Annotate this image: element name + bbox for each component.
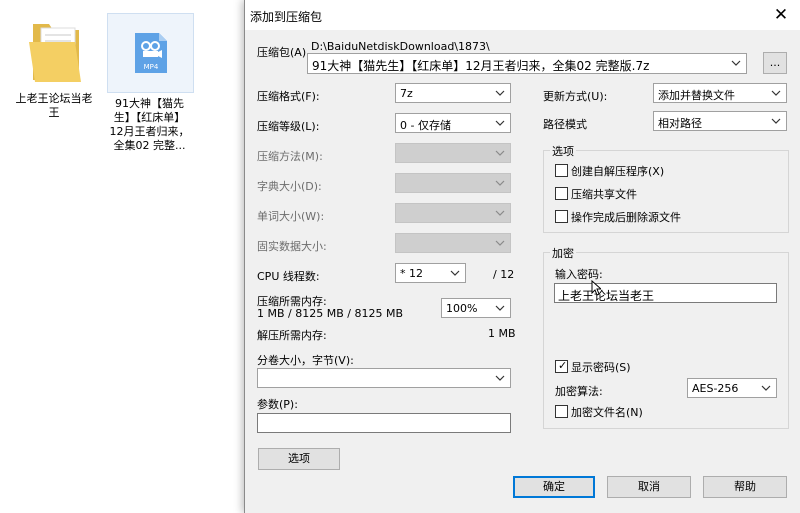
show-password-label: 显示密码(S): [571, 361, 631, 374]
cpu-threads-select[interactable]: * 12: [395, 263, 466, 283]
format-value: 7z: [400, 87, 413, 100]
level-select[interactable]: 0 - 仅存储: [395, 113, 511, 133]
title-bar: 添加到压缩包 ✕: [245, 0, 800, 30]
parameters-input[interactable]: [257, 413, 511, 433]
encryption-method-select[interactable]: AES-256: [687, 378, 777, 398]
options-group-title: 选项: [550, 143, 576, 159]
encryption-method-value: AES-256: [692, 382, 739, 395]
word-size-label: 单词大小(W):: [257, 210, 325, 223]
chevron-down-icon: [495, 90, 505, 96]
encrypt-names-label: 加密文件名(N): [571, 406, 643, 419]
help-button[interactable]: 帮助: [703, 476, 787, 498]
dialog-title: 添加到压缩包: [250, 10, 323, 24]
checkmark-icon: ✓: [558, 359, 568, 372]
archive-path: D:\BaiduNetdiskDownload\1873\: [311, 40, 490, 53]
chevron-down-icon: [731, 60, 741, 66]
archive-label: 压缩包(A): [257, 46, 307, 59]
format-select[interactable]: 7z: [395, 83, 511, 103]
checkbox-box: [555, 405, 568, 418]
path-mode-select[interactable]: 相对路径: [653, 111, 787, 131]
cpu-threads-value: * 12: [400, 267, 423, 280]
password-value: 上老王论坛当老王: [558, 289, 655, 303]
checkbox-box: [555, 210, 568, 223]
parameters-label: 参数(P):: [257, 398, 298, 411]
archive-name-value: 91大神【猫先生】【红床单】12月王者归来，全集02 完整版.7z: [312, 59, 650, 73]
desktop-video-file[interactable]: MP4 91大神【猫先生】【红床单】12月王者归来，全集02 完整...: [107, 13, 194, 153]
chevron-down-icon: [450, 270, 460, 276]
chevron-down-icon: [761, 385, 771, 391]
chevron-down-icon: [495, 180, 505, 186]
level-label: 压缩等级(L):: [257, 120, 320, 133]
path-mode-value: 相对路径: [658, 117, 702, 130]
split-size-label: 分卷大小，字节(V):: [257, 354, 354, 367]
chevron-down-icon: [495, 375, 505, 381]
update-mode-value: 添加并替换文件: [658, 89, 735, 102]
path-mode-label: 路径模式: [543, 118, 587, 131]
cpu-threads-total: / 12: [493, 268, 515, 281]
chevron-down-icon: [771, 90, 781, 96]
chevron-down-icon: [771, 118, 781, 124]
mouse-cursor-icon: [591, 280, 601, 296]
checkbox-box: [555, 187, 568, 200]
method-select[interactable]: [395, 143, 511, 163]
shared-files-label: 压缩共享文件: [571, 188, 637, 201]
decompress-memory-label: 解压所需内存:: [257, 329, 327, 342]
format-label: 压缩格式(F):: [257, 90, 320, 103]
cpu-threads-label: CPU 线程数:: [257, 270, 320, 283]
chevron-down-icon: [495, 150, 505, 156]
close-icon[interactable]: ✕: [769, 3, 793, 27]
word-size-select[interactable]: [395, 203, 511, 223]
solid-size-label: 固实数据大小:: [257, 240, 327, 253]
chevron-down-icon: [495, 120, 505, 126]
archive-name-combo[interactable]: 91大神【猫先生】【红床单】12月王者归来，全集02 完整版.7z: [307, 53, 747, 74]
solid-size-select[interactable]: [395, 233, 511, 253]
password-input[interactable]: 上老王论坛当老王: [554, 283, 777, 303]
checkbox-box: ✓: [555, 359, 568, 373]
mp4-badge: MP4: [143, 63, 158, 71]
update-mode-select[interactable]: 添加并替换文件: [653, 83, 787, 103]
chevron-down-icon: [495, 210, 505, 216]
folder-icon: [29, 24, 81, 82]
options-button[interactable]: 选项: [258, 448, 340, 470]
method-label: 压缩方法(M):: [257, 150, 323, 163]
memory-percent-value: 100%: [446, 302, 478, 315]
split-size-combo[interactable]: [257, 368, 511, 388]
encryption-method-label: 加密算法:: [555, 385, 603, 398]
video-file-label: 91大神【猫先生】【红床单】12月王者归来，全集02 完整...: [109, 97, 190, 152]
dictionary-label: 字典大小(D):: [257, 180, 322, 193]
checkbox-box: [555, 164, 568, 177]
level-value: 0 - 仅存储: [400, 119, 451, 132]
encryption-group-title: 加密: [550, 245, 576, 261]
decompress-memory-value: 1 MB: [488, 327, 516, 340]
delete-after-label: 操作完成后删除源文件: [571, 211, 681, 224]
chevron-down-icon: [495, 305, 505, 311]
desktop-folder-icon[interactable]: 上老王论坛当老王: [12, 14, 96, 120]
browse-button[interactable]: ...: [763, 52, 787, 74]
video-file-icon: MP4: [134, 33, 167, 73]
memory-value: 1 MB / 8125 MB / 8125 MB: [257, 307, 403, 320]
ok-button[interactable]: 确定: [513, 476, 595, 498]
folder-label: 上老王论坛当老王: [15, 92, 93, 119]
chevron-down-icon: [495, 240, 505, 246]
cancel-button[interactable]: 取消: [607, 476, 691, 498]
file-tile: MP4: [107, 13, 194, 93]
dictionary-select[interactable]: [395, 173, 511, 193]
add-to-archive-dialog: 添加到压缩包 ✕ 压缩包(A) D:\BaiduNetdiskDownload\…: [244, 0, 800, 513]
update-mode-label: 更新方式(U):: [543, 90, 608, 103]
memory-percent-select[interactable]: 100%: [441, 298, 511, 318]
sfx-label: 创建自解压程序(X): [571, 165, 665, 178]
